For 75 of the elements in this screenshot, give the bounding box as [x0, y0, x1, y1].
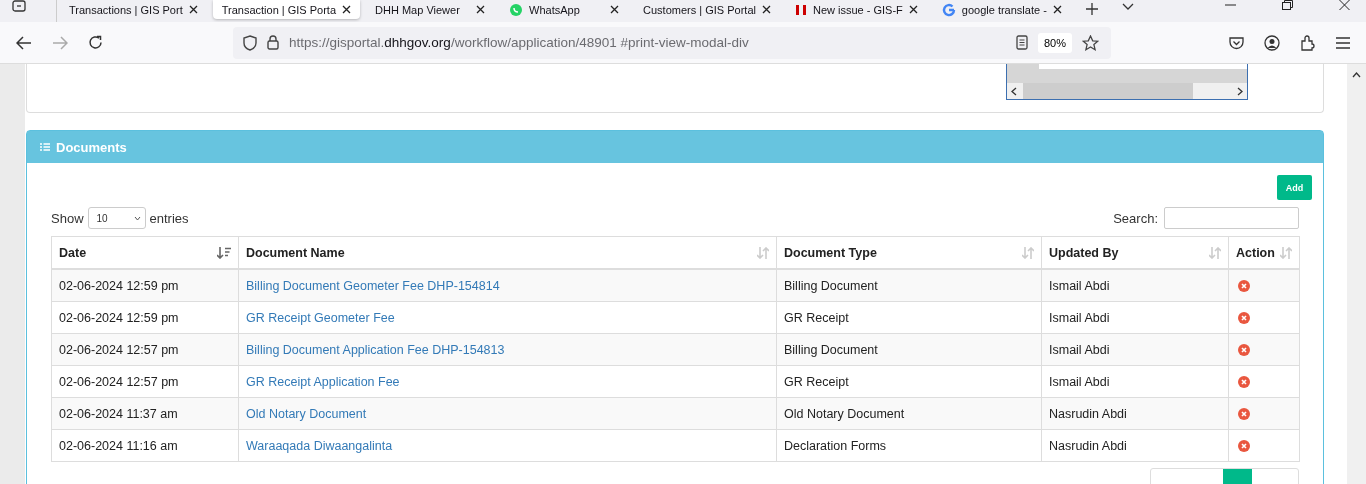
delete-icon[interactable]	[1238, 439, 1250, 452]
browser-tab[interactable]: Transactions | GIS Port	[60, 0, 207, 19]
table-cell: Billing Document	[776, 269, 1042, 302]
close-icon[interactable]	[610, 5, 620, 14]
delete-icon[interactable]	[1238, 343, 1250, 356]
search-field[interactable]	[1164, 207, 1299, 229]
table-cell: GR Receipt	[776, 365, 1042, 398]
list-icon	[40, 143, 50, 151]
close-icon[interactable]	[908, 5, 918, 14]
document-link[interactable]: GR Receipt Geometer Fee	[246, 310, 395, 325]
sidebar-icon[interactable]	[12, 0, 26, 12]
browser-tab[interactable]: WhatsApp	[500, 0, 629, 19]
close-icon[interactable]	[188, 5, 198, 14]
zoom-level[interactable]: 80%	[1037, 32, 1072, 53]
account-icon[interactable]	[1264, 34, 1280, 51]
delete-icon[interactable]	[1238, 407, 1250, 420]
document-link[interactable]: GR Receipt Application Fee	[246, 374, 400, 389]
document-link[interactable]: Waraaqada Diwaangalinta	[246, 438, 393, 453]
url-text: https://gisportal.dhhgov.org/workflow/application/48901 #print-view-modal-div	[289, 35, 749, 50]
table-cell: 02-06-2024 12:59 pm	[51, 269, 239, 302]
chevron-down-icon	[133, 215, 141, 221]
shield-icon[interactable]	[243, 34, 257, 51]
search-label: Search:	[1113, 210, 1158, 226]
menu-icon[interactable]	[1336, 36, 1350, 49]
entries-label: entries	[149, 210, 189, 226]
logo-icon	[794, 2, 807, 17]
show-label: Show	[51, 210, 84, 226]
table-cell: Nasrudin Abdi	[1041, 397, 1229, 430]
close-icon[interactable]	[1052, 5, 1062, 14]
close-icon[interactable]	[342, 5, 352, 14]
document-link[interactable]: Old Notary Document	[246, 406, 367, 421]
table-cell: Old Notary Document	[776, 397, 1042, 430]
chat-bubble-icon	[509, 2, 524, 17]
puzzle-icon[interactable]	[1300, 34, 1316, 51]
star-icon[interactable]	[1082, 34, 1099, 51]
browser-tab[interactable]: DHH Map Viewer	[366, 0, 495, 19]
table-cell: 02-06-2024 12:59 pm	[51, 301, 239, 334]
browser-tab[interactable]: Transaction | GIS Porta	[212, 0, 361, 19]
chevron-up-icon[interactable]	[1352, 72, 1361, 78]
close-icon[interactable]	[761, 5, 771, 14]
table-cell: Nasrudin Abdi	[1041, 429, 1229, 462]
table-cell: Ismail Abdi	[1041, 301, 1229, 334]
delete-icon[interactable]	[1238, 311, 1250, 324]
browser-tab[interactable]: Customers | GIS Portal	[634, 0, 780, 19]
browser-tab[interactable]: google translate -	[932, 0, 1071, 19]
table-cell: 02-06-2024 11:16 am	[51, 429, 239, 462]
table-cell: 02-06-2024 11:37 am	[51, 397, 239, 430]
table-cell: 02-06-2024 12:57 pm	[51, 333, 239, 366]
lock-icon[interactable]	[267, 35, 279, 50]
browser-tab[interactable]: New issue - GIS-F	[785, 0, 927, 19]
table-cell: 02-06-2024 12:57 pm	[51, 365, 239, 398]
table-cell: Billing Document	[776, 333, 1042, 366]
restore-icon[interactable]	[1282, 0, 1293, 10]
chevron-down-icon[interactable]	[1121, 3, 1134, 11]
delete-icon[interactable]	[1238, 279, 1250, 292]
reader-view-icon[interactable]	[1015, 35, 1028, 50]
pocket-icon[interactable]	[1229, 35, 1244, 50]
table-cell: Ismail Abdi	[1041, 365, 1229, 398]
delete-icon[interactable]	[1238, 375, 1250, 388]
new-tab-icon[interactable]	[1085, 3, 1098, 15]
back-arrow-icon[interactable]	[16, 35, 32, 50]
vertical-scrollbar[interactable]	[1347, 64, 1366, 484]
table-cell: Ismail Abdi	[1041, 333, 1229, 366]
entries-select[interactable]: 10	[87, 207, 146, 229]
table-cell: Declaration Forms	[776, 429, 1042, 462]
table-cell: GR Receipt	[776, 301, 1042, 334]
panel-title: Documents	[56, 139, 127, 155]
reload-icon[interactable]	[88, 35, 103, 50]
chevron-left-icon[interactable]	[1011, 86, 1017, 96]
table-cell: Ismail Abdi	[1041, 269, 1229, 302]
horizontal-scrollbar[interactable]	[1007, 83, 1247, 99]
chevron-right-icon[interactable]	[1237, 86, 1243, 96]
close-icon[interactable]	[476, 5, 486, 14]
g-logo-icon	[941, 2, 956, 17]
address-bar[interactable]: https://gisportal.dhhgov.org/workflow/application/48901 #print-view-modal-div 80%	[233, 26, 1111, 59]
